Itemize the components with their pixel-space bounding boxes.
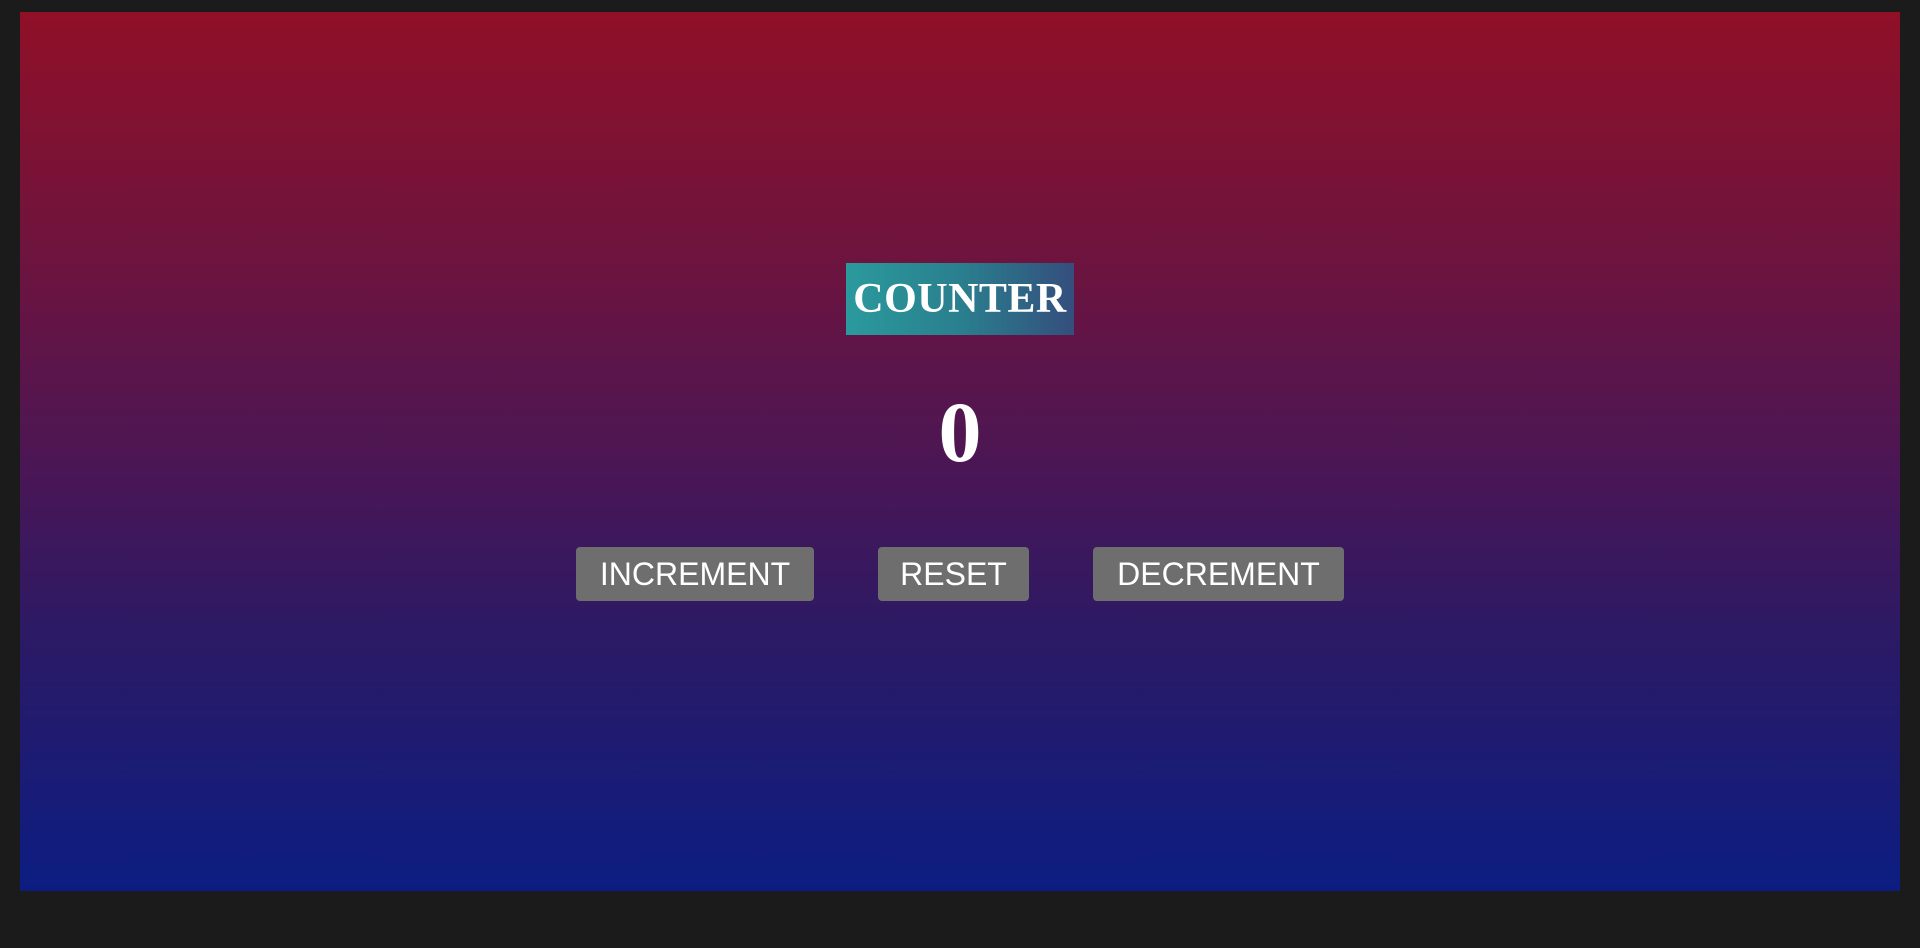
reset-button[interactable]: RESET (878, 547, 1029, 601)
decrement-button[interactable]: DECREMENT (1093, 547, 1344, 601)
increment-button[interactable]: INCREMENT (576, 547, 814, 601)
counter-value: 0 (938, 384, 982, 480)
counter-app-container: COUNTER 0 INCREMENT RESET DECREMENT (20, 12, 1900, 891)
counter-title: COUNTER (846, 263, 1074, 335)
